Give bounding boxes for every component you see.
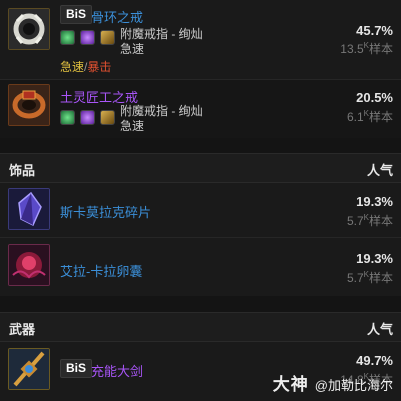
stat-text: 急速: [120, 42, 145, 56]
stat-priority: 急速/暴击: [60, 58, 111, 75]
enchant-scroll-icon: [100, 30, 115, 45]
bis-badge: BiS: [60, 5, 93, 24]
popularity-header[interactable]: 人气: [367, 160, 393, 179]
trinkets-section-header: 饰品 人气: [0, 153, 401, 183]
egg-sac-icon: [8, 244, 50, 286]
item-name[interactable]: 充能大剑: [91, 361, 143, 380]
watermark-brand: 大神: [272, 375, 309, 394]
trinket-row-1[interactable]: 斯卡莫拉克碎片 19.3% 5.7K样本: [0, 183, 401, 237]
bis-badge: BiS: [60, 359, 93, 378]
popularity-percent: 19.3%: [356, 194, 393, 209]
green-gem-icon: [60, 30, 75, 45]
greatsword-icon: [8, 348, 50, 390]
weapons-section-header: 武器 人气: [0, 312, 401, 342]
popularity-percent: 20.5%: [356, 90, 393, 105]
ring-row-1[interactable]: BiS 骨环之戒 附魔戒指 - 绚灿 急速 急速/暴击 45.7% 13.5K样…: [0, 0, 401, 79]
watermark-handle: @加勒比海尔: [314, 378, 393, 393]
purple-gem-icon: [80, 110, 95, 125]
section-title: 武器: [9, 322, 36, 337]
shard-icon: [8, 188, 50, 230]
trinket-row-2[interactable]: 艾拉-卡拉卵囊 19.3% 5.7K样本: [0, 238, 401, 296]
sample-count: 5.7K样本: [346, 213, 393, 228]
green-gem-icon: [60, 110, 75, 125]
crit-tag: 暴击: [87, 60, 112, 74]
enchant-scroll-icon: [100, 110, 115, 125]
item-name[interactable]: 骨环之戒: [91, 7, 143, 26]
sample-count: 6.1K样本: [346, 109, 393, 124]
sample-count: 5.7K样本: [346, 270, 393, 285]
haste-tag: 急速: [60, 60, 85, 74]
purple-gem-icon: [80, 30, 95, 45]
bone-ring-icon: [8, 8, 50, 50]
ring-row-2[interactable]: 土灵匠工之戒 附魔戒指 - 绚灿 急速 20.5% 6.1K样本: [0, 80, 401, 138]
popularity-percent: 49.7%: [356, 353, 393, 368]
sample-count: 13.5K样本: [340, 41, 393, 56]
popularity-percent: 45.7%: [356, 23, 393, 38]
popularity-percent: 19.3%: [356, 251, 393, 266]
section-title: 饰品: [9, 163, 36, 178]
popularity-header[interactable]: 人气: [367, 319, 393, 338]
earthen-ring-icon: [8, 84, 50, 126]
stat-text: 急速: [120, 119, 145, 133]
item-name[interactable]: 艾拉-卡拉卵囊: [60, 261, 142, 280]
watermark: 大神 @加勒比海尔: [273, 370, 393, 395]
item-name[interactable]: 斯卡莫拉克碎片: [60, 202, 151, 221]
